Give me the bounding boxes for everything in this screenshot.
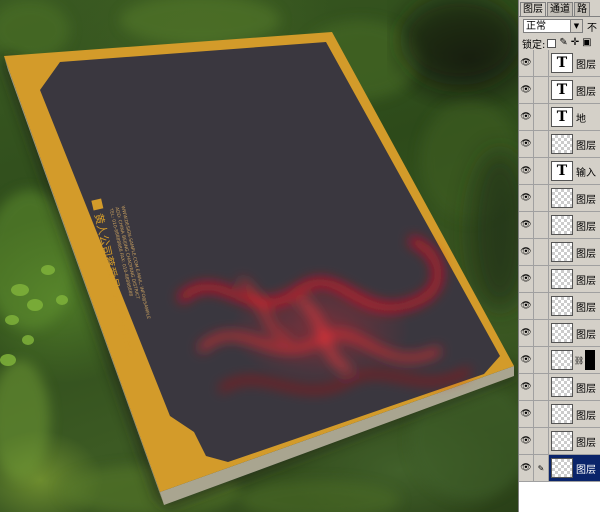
lock-label: 锁定: [522, 39, 546, 51]
layer-row[interactable]: 👁 图层 [519, 131, 600, 158]
link-slot[interactable] [534, 158, 549, 184]
layer-name: 图层 [576, 302, 596, 314]
layer-name: 图层 [576, 410, 596, 422]
layer-thumbnail [551, 377, 573, 397]
layer-name: 图层 [576, 86, 596, 98]
mask-thumbnail [585, 350, 596, 370]
eye-icon[interactable]: 👁 [519, 266, 534, 292]
eye-icon[interactable]: 👁 [519, 212, 534, 238]
tab-channels[interactable]: 通道 [547, 2, 573, 16]
document-canvas[interactable]: 黄人公司蔡爱员 SONGJOING TEL: 010-88888888 FAX:… [0, 0, 518, 512]
layer-row[interactable]: 👁 ⛓ [519, 347, 600, 374]
layer-name: 图层 [576, 140, 596, 152]
link-slot[interactable] [534, 77, 549, 103]
eye-icon[interactable]: 👁 [519, 50, 534, 76]
link-slot[interactable] [534, 239, 549, 265]
layer-thumbnail [551, 431, 573, 451]
layer-name: 图层 [576, 464, 596, 476]
tab-layers[interactable]: 图层 [520, 2, 546, 16]
blend-mode-select[interactable]: 正常 ▼ [523, 19, 583, 33]
text-layer-thumbnail: T [551, 107, 573, 127]
layer-name: 图层 [576, 248, 596, 260]
layer-thumbnail [551, 242, 573, 262]
layer-thumbnail [551, 188, 573, 208]
lock-icon[interactable]: ▣ [582, 38, 591, 48]
link-slot[interactable] [534, 131, 549, 157]
panel-tabs: 图层 通道 路 [519, 0, 600, 17]
layer-row[interactable]: 👁 图层 [519, 320, 600, 347]
layer-row[interactable]: 👁 T 图层 [519, 50, 600, 77]
link-slot[interactable] [534, 293, 549, 319]
eye-icon[interactable]: 👁 [519, 131, 534, 157]
eye-icon[interactable]: 👁 [519, 428, 534, 454]
text-layer-thumbnail: T [551, 161, 573, 181]
layer-row[interactable]: 👁 T 地 [519, 104, 600, 131]
opacity-label: 不 [587, 22, 597, 34]
layers-list: 👁 T 图层 👁 T 图层 👁 T 地 👁 图层 👁 T 输入 👁 图层 👁 图层 👁 图层 👁 图层 👁 图层 👁 图层 👁 ⛓ 👁 图… [519, 50, 600, 512]
layer-name: 地 [576, 113, 586, 125]
link-slot[interactable] [534, 320, 549, 346]
text-layer-thumbnail: T [551, 80, 573, 100]
layer-thumbnail [551, 404, 573, 424]
layer-name: 图层 [576, 59, 596, 71]
link-slot[interactable] [534, 50, 549, 76]
layer-thumbnail [551, 215, 573, 235]
eye-icon[interactable]: 👁 [519, 320, 534, 346]
eye-icon[interactable]: 👁 [519, 455, 534, 481]
layer-name: 图层 [576, 194, 596, 206]
text-layer-thumbnail: T [551, 53, 573, 73]
eye-icon[interactable]: 👁 [519, 374, 534, 400]
layer-thumbnail [551, 458, 573, 478]
chain-icon[interactable]: ⛓ [574, 356, 584, 365]
eye-icon[interactable]: 👁 [519, 104, 534, 130]
layer-name: 图层 [576, 221, 596, 233]
link-slot[interactable] [534, 347, 549, 373]
layer-name: 输入 [576, 167, 596, 179]
brush-icon[interactable]: ✎ [534, 455, 549, 481]
layer-row[interactable]: 👁 图层 [519, 401, 600, 428]
link-slot[interactable] [534, 212, 549, 238]
link-slot[interactable] [534, 374, 549, 400]
link-slot[interactable] [534, 266, 549, 292]
eye-icon[interactable]: 👁 [519, 158, 534, 184]
blend-mode-value: 正常 [526, 21, 546, 32]
layer-row[interactable]: 👁 T 输入 [519, 158, 600, 185]
link-slot[interactable] [534, 185, 549, 211]
layer-name: 图层 [576, 275, 596, 287]
layer-thumbnail [551, 134, 573, 154]
layers-panel: 图层 通道 路 正常 ▼ 不 锁定: ✎ ✛ ▣ 👁 T 图层 👁 T 图层 👁 T 地 👁 图层 👁… [518, 0, 600, 512]
layer-row[interactable]: 👁 图层 [519, 266, 600, 293]
lock-transparency-checkbox[interactable] [547, 38, 557, 48]
eye-icon[interactable]: 👁 [519, 293, 534, 319]
eye-icon[interactable]: 👁 [519, 401, 534, 427]
layer-name: 图层 [576, 329, 596, 341]
eye-icon[interactable]: 👁 [519, 185, 534, 211]
layer-name: 图层 [576, 383, 596, 395]
layer-row[interactable]: 👁 图层 [519, 185, 600, 212]
layer-row[interactable]: 👁 ✎ 图层 [519, 455, 600, 482]
layer-row[interactable]: 👁 图层 [519, 293, 600, 320]
layer-row[interactable]: 👁 图层 [519, 212, 600, 239]
move-icon[interactable]: ✛ [571, 38, 579, 48]
link-slot[interactable] [534, 104, 549, 130]
brush-icon[interactable]: ✎ [559, 38, 567, 48]
tab-paths[interactable]: 路 [574, 2, 590, 16]
layer-row[interactable]: 👁 图层 [519, 428, 600, 455]
eye-icon[interactable]: 👁 [519, 347, 534, 373]
layer-row[interactable]: 👁 图层 [519, 374, 600, 401]
layer-name: 图层 [576, 437, 596, 449]
link-slot[interactable] [534, 428, 549, 454]
layer-thumbnail [551, 323, 573, 343]
eye-icon[interactable]: 👁 [519, 77, 534, 103]
layer-thumbnail [551, 269, 573, 289]
mockup-artwork: 黄人公司蔡爱员 SONGJOING TEL: 010-88888888 FAX:… [0, 0, 518, 512]
layer-thumbnail [551, 350, 573, 370]
layer-row[interactable]: 👁 T 图层 [519, 77, 600, 104]
link-slot[interactable] [534, 401, 549, 427]
layer-thumbnail [551, 296, 573, 316]
layer-row[interactable]: 👁 图层 [519, 239, 600, 266]
chevron-down-icon: ▼ [570, 20, 582, 32]
eye-icon[interactable]: 👁 [519, 239, 534, 265]
